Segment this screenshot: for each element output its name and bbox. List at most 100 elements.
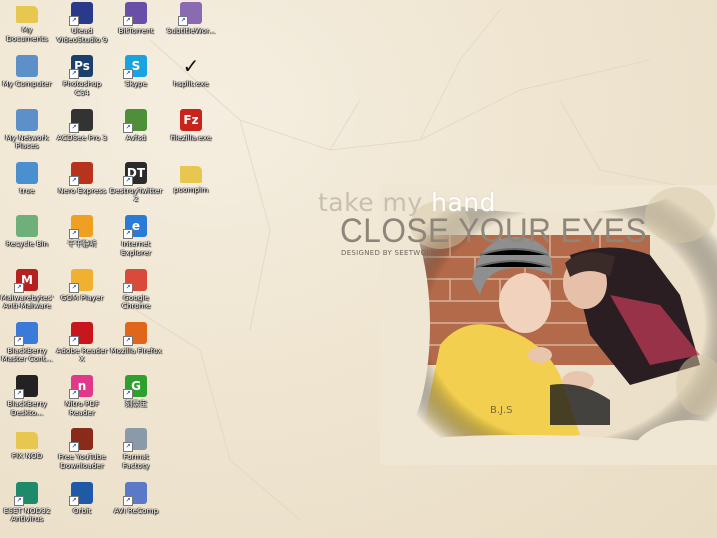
- desktop-icon-label: FIX NOD: [11, 451, 43, 461]
- shortcut-arrow-icon: ↗: [123, 442, 133, 453]
- filezilla-icon: Fz: [180, 108, 202, 131]
- desktop-icon-recycle-bin[interactable]: Recycle Bin: [0, 215, 54, 249]
- burner-g-icon: G ↗: [123, 375, 147, 400]
- nitro-pdf-icon: n ↗: [69, 375, 93, 400]
- shortcut-arrow-icon: ↗: [123, 282, 133, 293]
- desktop-icon-bittorrent[interactable]: ↗ BitTorrent: [109, 2, 163, 36]
- desktop-icon-label: true: [19, 185, 35, 195]
- desktop-icon-burner-g[interactable]: G ↗ 刻录宝: [109, 375, 163, 409]
- desktop-icon-label: 刻录宝: [125, 399, 147, 409]
- recycle-bin-icon: [16, 215, 38, 238]
- ulead-videostudio-icon: ↗: [69, 2, 93, 26]
- desktop-icon-filezilla[interactable]: Fz filezilla.exe: [164, 108, 218, 143]
- desktop-icon-label: Free YouTube Downloader: [58, 452, 106, 470]
- shortcut-arrow-icon: ↗: [69, 442, 79, 453]
- desktop-icon-label: ACDSee Pro 3: [56, 132, 108, 142]
- folder-icon: [180, 165, 202, 183]
- ttplayer-icon: ↗: [69, 215, 93, 240]
- desktop-icon-folder-documents[interactable]: My Documents: [0, 2, 54, 43]
- shortcut-arrow-icon: ↗: [123, 335, 133, 346]
- desktop-icon-label: ESET NOD32 Antivirus: [3, 505, 51, 524]
- desktop-icon-google-chrome[interactable]: ↗ Google Chrome: [109, 268, 163, 311]
- firefox-icon: ↗: [123, 321, 147, 346]
- desktop-icon-orbit[interactable]: ↗ Orbit: [55, 481, 109, 516]
- desktop-icon-label: Adobe Reader X: [56, 345, 108, 364]
- desktop-icon-network-true[interactable]: true: [0, 161, 54, 196]
- shortcut-arrow-icon: ↗: [69, 16, 79, 26]
- desktop-icon-ttplayer[interactable]: ↗ 千千静听: [55, 215, 109, 249]
- youtube-downloader-icon: ↗: [69, 428, 93, 453]
- desktop-icon-acdsee[interactable]: ↗ ACDSee Pro 3: [55, 108, 109, 143]
- desktop-icon-label: hsplit.exe: [173, 79, 209, 89]
- desktop-icon-label: DestroyTwitter 2: [109, 185, 163, 204]
- desktop-icon-computer[interactable]: My Computer: [0, 55, 54, 89]
- computer-icon: [16, 55, 38, 78]
- folder-documents-icon: [16, 6, 38, 23]
- desktop-icon-avfsd[interactable]: ↗ Avfsd: [109, 108, 163, 143]
- desktop-icon-firefox[interactable]: ↗ Mozilla Firefox: [109, 321, 163, 356]
- desktop-icon-adobe-reader[interactable]: ↗ Adobe Reader X: [55, 321, 109, 364]
- desktop-icon-nitro-pdf[interactable]: n ↗ Nitro PDF Reader: [55, 375, 109, 417]
- shortcut-arrow-icon: ↗: [123, 69, 133, 80]
- desktop-icon-gom-player[interactable]: ↗ GOM Player: [55, 268, 109, 303]
- shortcut-arrow-icon: ↗: [69, 229, 79, 240]
- shortcut-arrow-icon: ↗: [123, 495, 133, 506]
- desktop-icon-destroytwitter[interactable]: DT ↗ DestroyTwitter 2: [109, 161, 163, 204]
- wallpaper-text-designer: DESIGNED BY SEETWOFM: [341, 249, 438, 257]
- shortcut-arrow-icon: ↗: [69, 389, 79, 400]
- desktop-icon-folder[interactable]: FIX NOD: [0, 428, 54, 461]
- desktop-icon-avi-recomp[interactable]: ↗ AVI ReComp: [109, 481, 163, 516]
- desktop-icon-label: Google Chrome: [121, 292, 151, 310]
- desktop-icon-label: AVI ReComp: [113, 505, 159, 515]
- folder-icon: [16, 432, 38, 450]
- desktop-icon-format-factory[interactable]: ↗ Format Factory: [109, 428, 163, 470]
- photoshop-icon: Ps ↗: [69, 55, 93, 80]
- desktop-icon-label: BlackBerry Master Cont...: [1, 345, 53, 364]
- format-factory-icon: ↗: [123, 428, 147, 453]
- shortcut-arrow-icon: ↗: [69, 122, 79, 133]
- desktop-icon-label: Ulead VideoStudio 9: [56, 26, 108, 44]
- desktop-icon-photoshop[interactable]: Ps ↗ Photoshop CS4: [55, 55, 109, 97]
- checkmark-icon: ✓: [182, 54, 200, 79]
- desktop-icon-label: Orbit: [72, 505, 92, 515]
- desktop-icon-label: Skype: [124, 79, 148, 89]
- avfsd-icon: ↗: [123, 108, 147, 133]
- malwarebytes-icon: M ↗: [14, 268, 38, 293]
- desktop-icon-checkmark[interactable]: ✓ hsplit.exe: [164, 54, 218, 89]
- shortcut-arrow-icon: ↗: [123, 229, 133, 240]
- eset-nod32-icon: ↗: [14, 481, 38, 506]
- desktop-icon-label: My Documents: [6, 25, 48, 43]
- shortcut-arrow-icon: ↗: [69, 282, 79, 293]
- subtitle-workshop-icon: ↗: [178, 2, 202, 26]
- shortcut-arrow-icon: ↗: [123, 16, 133, 26]
- shortcut-arrow-icon: ↗: [69, 335, 79, 346]
- desktop-icon-skype[interactable]: S ↗ Skype: [109, 55, 163, 89]
- adobe-reader-icon: ↗: [69, 321, 93, 346]
- desktop-icon-label: Format Factory: [122, 452, 150, 470]
- nero-express-icon: ↗: [69, 161, 93, 186]
- desktop-icon-label: SubtitleWor...: [166, 26, 216, 35]
- desktop-icon-malwarebytes[interactable]: M ↗ Malwarebytes' Anti-Malware: [0, 268, 54, 311]
- desktop-icon-folder[interactable]: poompim: [164, 162, 218, 195]
- desktop-icon-network-places[interactable]: My Network Places: [0, 108, 54, 151]
- desktop-icon-internet-explorer[interactable]: e ↗ Internet Explorer: [109, 215, 163, 257]
- desktop-icon-label: Malwarebytes' Anti-Malware: [0, 292, 54, 310]
- internet-explorer-icon: e ↗: [123, 215, 147, 240]
- desktop-icon-label: 千千静听: [67, 239, 97, 249]
- desktop-icon-youtube-downloader[interactable]: ↗ Free YouTube Downloader: [55, 428, 109, 470]
- desktop-icon-label: My Network Places: [5, 132, 49, 151]
- acdsee-icon: ↗: [69, 108, 93, 133]
- wallpaper-text-close-your-eyes: CLOSE YOUR EYES: [340, 212, 647, 250]
- shortcut-arrow-icon: ↗: [123, 122, 133, 133]
- desktop-icon-blackberry-desktop[interactable]: ↗ BlackBerry Deskto...: [0, 375, 54, 417]
- desktop-icon-subtitle-workshop[interactable]: ↗ SubtitleWor...: [164, 2, 218, 36]
- desktop-icon-ulead-videostudio[interactable]: ↗ Ulead VideoStudio 9: [55, 2, 109, 44]
- desktop-icon-label: Nitro PDF Reader: [64, 399, 100, 417]
- desktop-icon-nero-express[interactable]: ↗ Nero Express: [55, 161, 109, 196]
- desktop-icon-label: Nero Express: [57, 185, 107, 195]
- shortcut-arrow-icon: ↗: [14, 389, 24, 400]
- shortcut-arrow-icon: ↗: [14, 335, 24, 346]
- desktop-icon-blackberry-master[interactable]: ↗ BlackBerry Master Cont...: [0, 321, 54, 364]
- desktop-icon-eset-nod32[interactable]: ↗ ESET NOD32 Antivirus: [0, 481, 54, 524]
- shortcut-arrow-icon: ↗: [123, 175, 133, 186]
